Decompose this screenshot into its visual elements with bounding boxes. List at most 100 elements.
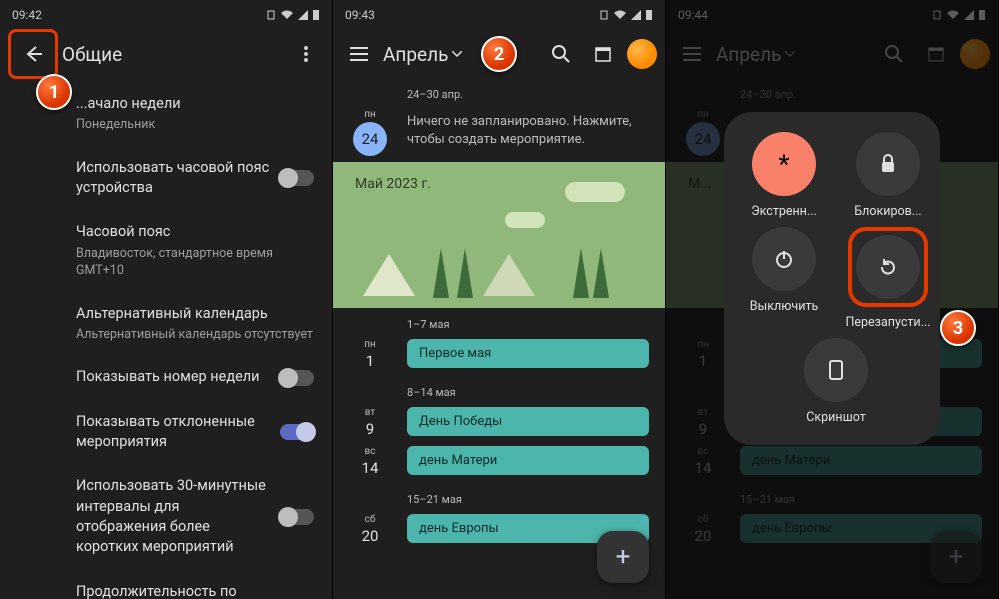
- day-of-week: вс: [343, 446, 397, 457]
- day-number: 1: [343, 352, 397, 370]
- menu-icon: [350, 47, 368, 61]
- highlight-back: [8, 29, 58, 79]
- battery-icon: [312, 9, 320, 21]
- today-circle: 24: [353, 122, 387, 156]
- event-chip[interactable]: день Матери: [407, 446, 649, 475]
- setting-title: Продолжительность по умолчанию: [76, 582, 314, 599]
- setting-subtitle: Владивосток, стандартное время GMT+10: [76, 245, 314, 280]
- day-row: вт 9 День Победы: [333, 405, 665, 444]
- account-avatar[interactable]: [627, 39, 657, 69]
- setting-title: Использовать 30-минутные интервалы для о…: [76, 476, 272, 557]
- power-restart[interactable]: Перезапусти...: [840, 227, 936, 330]
- setting-show-declined[interactable]: Показывать отклоненные мероприятия: [0, 400, 332, 465]
- switch-on[interactable]: [280, 424, 314, 440]
- search-icon: [552, 45, 570, 63]
- month-dropdown[interactable]: Апрель: [383, 43, 462, 66]
- switch-off[interactable]: [280, 170, 314, 186]
- setting-default-duration[interactable]: Продолжительность по умолчанию: [0, 570, 332, 599]
- chevron-down-icon: [452, 51, 462, 57]
- day-of-week: сб: [343, 514, 397, 525]
- day-of-week: вт: [343, 407, 397, 418]
- day-of-week: пн: [343, 339, 397, 350]
- status-icons: [266, 9, 320, 21]
- day-row: вс 14 день Матери: [333, 444, 665, 483]
- more-vert-icon: [304, 46, 308, 62]
- setting-title: Часовой пояс: [76, 222, 314, 242]
- battery-icon: [645, 9, 653, 21]
- restart-icon: [878, 257, 898, 277]
- day-number: 20: [343, 527, 397, 545]
- power-emergency[interactable]: * Экстренн...: [736, 132, 832, 219]
- power-off[interactable]: Выключить: [736, 227, 832, 330]
- power-screenshot[interactable]: Скриншот: [788, 338, 884, 425]
- date-range: 1–7 мая: [333, 308, 665, 337]
- event-chip[interactable]: Первое мая: [407, 339, 649, 368]
- event-chip[interactable]: День Победы: [407, 407, 649, 436]
- date-range: 15–21 мая: [333, 483, 665, 512]
- date-range: 8–14 мая: [333, 376, 665, 405]
- panel-power-menu: 09:44 Апрель 24–30 апр. пн24... M... 1–7…: [666, 0, 999, 599]
- fab-create-event[interactable]: +: [597, 531, 649, 583]
- setting-subtitle: Понедельник: [76, 116, 314, 134]
- search-button[interactable]: [543, 36, 579, 72]
- month-name: Май 2023 г.: [355, 176, 431, 192]
- back-button[interactable]: [13, 34, 53, 74]
- step-badge-1: 1: [36, 74, 72, 110]
- step-badge-3: 3: [940, 310, 976, 346]
- setting-subtitle: Альтернативный календарь отсутствует: [76, 326, 314, 344]
- month-text: Апрель: [383, 43, 448, 66]
- signal-icon: [631, 10, 641, 20]
- date-range: 24–30 апр.: [333, 78, 665, 107]
- wifi-icon: [280, 10, 294, 20]
- app-bar: Общие: [0, 30, 332, 78]
- calendar-content[interactable]: 24–30 апр. пн 24 Ничего не запланировано…: [333, 78, 665, 599]
- power-lock[interactable]: Блокиров...: [840, 132, 936, 219]
- power-label: Экстренн...: [751, 204, 817, 219]
- setting-show-week-number[interactable]: Показывать номер недели: [0, 355, 332, 399]
- vibrate-icon: [266, 10, 276, 20]
- panel-settings: 09:42 Общие 1 ...ачало недели Понедельни…: [0, 0, 333, 599]
- settings-title: Общие: [62, 43, 122, 66]
- status-time: 09:43: [345, 8, 375, 22]
- menu-button[interactable]: [341, 36, 377, 72]
- arrow-back-icon: [22, 43, 44, 65]
- switch-off[interactable]: [280, 509, 314, 525]
- screenshot-icon: [828, 359, 844, 381]
- today-button[interactable]: [585, 36, 621, 72]
- day-of-week: пн: [343, 109, 397, 120]
- day-row[interactable]: пн 24 Ничего не запланировано. Нажмите, …: [333, 107, 665, 162]
- power-menu: * Экстренн... Блокиров... Выключить Пере…: [724, 112, 940, 445]
- day-row: пн 1 Первое мая: [333, 337, 665, 376]
- setting-title: ...ачало недели: [76, 94, 314, 114]
- power-label: Выключить: [750, 299, 819, 314]
- power-label: Перезапусти...: [845, 315, 930, 330]
- day-column: пн 24: [343, 109, 397, 156]
- setting-30min-intervals[interactable]: Использовать 30-минутные интервалы для о…: [0, 464, 332, 569]
- asterisk-icon: *: [773, 153, 795, 175]
- setting-title: Показывать отклоненные мероприятия: [76, 412, 272, 453]
- calendar-today-icon: [594, 45, 612, 63]
- day-number: 14: [343, 459, 397, 477]
- empty-day-text[interactable]: Ничего не запланировано. Нажмите, чтобы …: [407, 109, 655, 149]
- setting-timezone[interactable]: Часовой пояс Владивосток, стандартное вр…: [0, 210, 332, 291]
- status-icons: [599, 9, 653, 21]
- setting-alt-calendar[interactable]: Альтернативный календарь Альтернативный …: [0, 292, 332, 356]
- vibrate-icon: [599, 10, 609, 20]
- switch-off[interactable]: [280, 370, 314, 386]
- svg-text:*: *: [778, 153, 789, 175]
- setting-title: Альтернативный календарь: [76, 304, 314, 324]
- status-time: 09:42: [12, 8, 42, 22]
- day-number: 9: [343, 420, 397, 438]
- month-illustration: Май 2023 г.: [333, 162, 665, 308]
- status-bar: 09:43: [333, 0, 665, 30]
- power-label: Блокиров...: [854, 204, 921, 219]
- power-label: Скриншот: [806, 410, 865, 425]
- setting-title: Использовать часовой пояс устройства: [76, 158, 272, 199]
- overflow-menu-button[interactable]: [288, 36, 324, 72]
- step-badge-2: 2: [481, 36, 517, 72]
- signal-icon: [298, 10, 308, 20]
- setting-use-device-tz[interactable]: Использовать часовой пояс устройства: [0, 146, 332, 211]
- lock-icon: [879, 154, 897, 174]
- settings-list: ...ачало недели Понедельник Использовать…: [0, 78, 332, 599]
- power-icon: [774, 249, 794, 269]
